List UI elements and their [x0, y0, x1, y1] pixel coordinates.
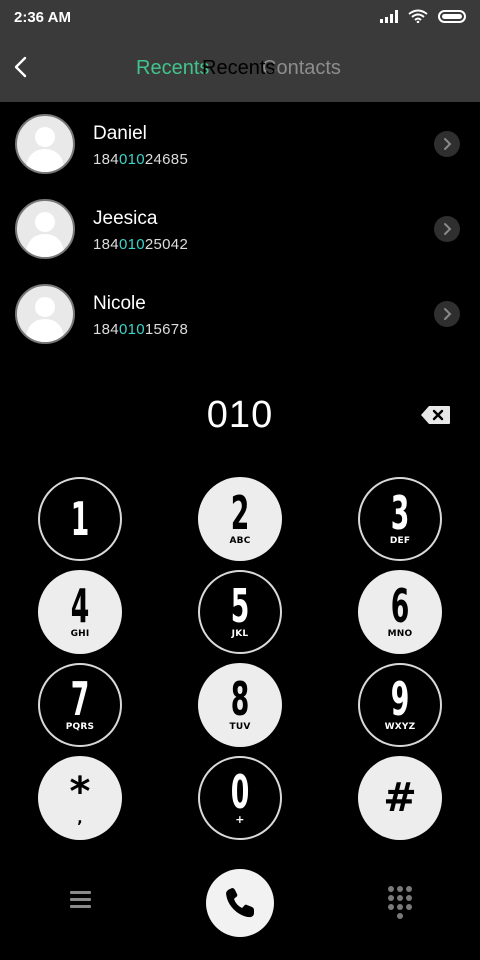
header-bar: 2:36 AM Recents Contacts Recents — [0, 0, 480, 102]
contact-row[interactable]: Nicole 18401015678 — [0, 272, 480, 357]
tab-recents[interactable]: Recents — [136, 57, 209, 80]
contact-suggestions-list: Daniel 18401024685 Jeesica 18401025042 N… — [0, 102, 480, 357]
key-9[interactable]: 9 WXYZ — [358, 663, 442, 747]
number-match-highlight: 010 — [118, 236, 145, 253]
key-6[interactable]: 6 MNO — [358, 570, 442, 654]
status-icons — [380, 9, 466, 23]
battery-icon — [438, 9, 466, 23]
status-bar: 2:36 AM — [0, 0, 480, 34]
dialed-number-display: 010 — [206, 394, 274, 436]
contact-row[interactable]: Jeesica 18401025042 — [0, 187, 480, 272]
dialpad-icon[interactable] — [388, 886, 412, 919]
contact-name: Nicole — [93, 293, 146, 314]
avatar-icon — [15, 284, 75, 344]
number-match-highlight: 010 — [118, 321, 145, 338]
signal-icon — [380, 9, 398, 23]
contact-number: 18401025042 — [93, 236, 189, 253]
key-4[interactable]: 4 GHI — [38, 570, 122, 654]
key-0[interactable]: 0 + — [198, 756, 282, 840]
key-2[interactable]: 2 ABC — [198, 477, 282, 561]
chevron-right-icon[interactable] — [434, 216, 460, 242]
key-hash[interactable]: # — [358, 756, 442, 840]
contact-name: Daniel — [93, 123, 147, 144]
avatar-icon — [15, 114, 75, 174]
call-button[interactable] — [206, 869, 274, 937]
hamburger-menu-icon[interactable] — [70, 891, 91, 912]
key-star[interactable]: *, — [38, 756, 122, 840]
wifi-icon — [408, 9, 428, 23]
header-tabs: Recents Contacts Recents — [0, 57, 480, 83]
contact-name: Jeesica — [93, 208, 158, 229]
avatar-icon — [15, 199, 75, 259]
status-time: 2:36 AM — [14, 9, 71, 26]
contact-row[interactable]: Daniel 18401024685 — [0, 102, 480, 187]
contact-number: 18401015678 — [93, 321, 189, 338]
key-1[interactable]: 1 — [38, 477, 122, 561]
key-5[interactable]: 5 JKL — [198, 570, 282, 654]
number-match-highlight: 010 — [118, 151, 145, 168]
chevron-right-icon[interactable] — [434, 301, 460, 327]
contact-number: 18401024685 — [93, 151, 189, 168]
key-3[interactable]: 3 DEF — [358, 477, 442, 561]
key-7[interactable]: 7 PQRS — [38, 663, 122, 747]
chevron-right-icon[interactable] — [434, 131, 460, 157]
phone-icon — [226, 888, 254, 918]
key-8[interactable]: 8 TUV — [198, 663, 282, 747]
tab-recents-overlay: Recents — [202, 57, 276, 79]
backspace-icon[interactable] — [420, 405, 451, 425]
